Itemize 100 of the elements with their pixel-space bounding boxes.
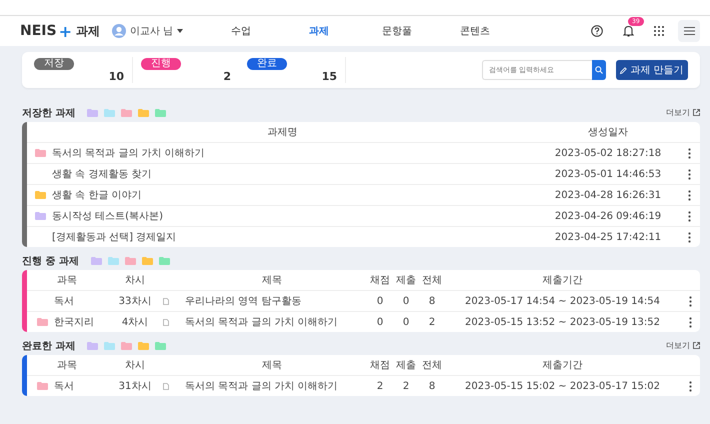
column-header: 전체 — [421, 359, 443, 372]
section-title: 진행 중 과제 — [22, 254, 79, 268]
menu-icon[interactable] — [684, 27, 694, 35]
table-cell-text: 2023-05-01 14:46:53 — [554, 168, 662, 180]
table-cell-text: 0 — [376, 316, 384, 328]
folder-icon[interactable] — [37, 318, 48, 326]
folder-filter-icon[interactable] — [121, 342, 132, 350]
folder-filter-icon[interactable] — [87, 108, 98, 116]
folder-filter-icon[interactable] — [121, 108, 132, 116]
folder-filter-icon[interactable] — [104, 342, 116, 350]
table-cell-text: 0 — [402, 316, 410, 328]
status-count: 15 — [322, 70, 337, 83]
more-options-icon[interactable] — [688, 168, 690, 180]
table-cell-text: 2023-05-17 14:54 ~ 2023-05-19 14:54 — [464, 296, 661, 306]
document-icon — [163, 382, 169, 390]
column-header: 제출 — [395, 359, 417, 372]
document-icon — [163, 318, 169, 326]
external-link-icon[interactable] — [693, 109, 700, 116]
column-header: 제출기간 — [542, 359, 584, 372]
table-cell-text: 2023-04-26 09:46:19 — [554, 210, 662, 222]
table-cell-text: 0 — [376, 296, 384, 306]
nav-tab[interactable]: 수업 — [202, 24, 280, 38]
more-options-icon[interactable] — [688, 148, 690, 158]
folder-filter-icon[interactable] — [90, 256, 102, 264]
folder-filter-icon[interactable] — [104, 108, 116, 116]
task-title: 독서의 목적과 글의 가치 이해하기 — [184, 316, 339, 329]
column-header: 제목 — [261, 359, 283, 372]
table-cell-text: 4차시 — [120, 316, 150, 329]
table-cell-text: 한국지리 — [54, 316, 94, 329]
status-count: 10 — [108, 70, 124, 83]
nav-tab[interactable]: 과제 — [280, 24, 358, 38]
folder-icon[interactable] — [35, 212, 46, 220]
table-cell-text: 2023-04-25 17:42:11 — [554, 232, 662, 242]
folder-filter-icon[interactable] — [155, 108, 166, 116]
table-cell-text: 8 — [428, 380, 436, 392]
folder-filter-icon[interactable] — [124, 256, 136, 264]
folder-filter-icon[interactable] — [158, 256, 170, 264]
nav-tab[interactable]: 문항풀 — [358, 24, 436, 38]
task-title: 생활 속 경제활동 찾기 — [52, 168, 152, 181]
task-title: 동시작성 테스트(복사본) — [52, 210, 163, 223]
folder-filter-icon[interactable] — [108, 256, 119, 264]
table-cell-text: 2023-05-15 13:52 ~ 2023-05-19 13:52 — [464, 316, 661, 328]
table-cell-text: 33차시 — [118, 295, 152, 308]
logo-subtitle: 과제 — [76, 22, 100, 40]
status-pill: 진행 — [141, 58, 181, 70]
table-cell-text: 0 — [402, 296, 410, 306]
more-options-icon[interactable] — [688, 232, 690, 242]
search-icon[interactable] — [595, 66, 603, 74]
more-options-icon[interactable] — [688, 296, 692, 306]
app-grid-icon[interactable] — [654, 26, 664, 36]
task-title: [경제활동과 선택] 경제일지 — [52, 231, 176, 244]
status-pill: 완료 — [247, 58, 287, 70]
section-title: 완료한 과제 — [22, 340, 76, 352]
folder-icon[interactable] — [37, 382, 48, 390]
column-header: 차시 — [124, 274, 146, 287]
document-icon — [163, 298, 169, 304]
folder-filter-icon[interactable] — [142, 256, 153, 264]
column-header: 전체 — [421, 274, 443, 287]
more-options-icon[interactable] — [688, 380, 692, 392]
table-cell-text: 2 — [428, 316, 436, 328]
folder-icon[interactable] — [35, 191, 46, 199]
table-cell-text: 8 — [428, 296, 436, 306]
table-cell-text: 2023-04-28 16:26:31 — [554, 190, 662, 200]
more-options-icon[interactable] — [688, 190, 690, 200]
more-link[interactable]: 더보기 — [666, 340, 700, 351]
more-link[interactable]: 더보기 — [666, 107, 700, 118]
folder-filter-icon[interactable] — [155, 342, 166, 350]
column-header: 채점 — [369, 274, 391, 287]
task-title: 독서의 목적과 글의 가치 이해하기 — [184, 380, 339, 393]
task-title: 독서의 목적과 글의 가치 이해하기 — [52, 147, 205, 160]
search-button[interactable] — [592, 60, 606, 80]
table-cell-text: 독서 — [54, 380, 74, 393]
avatar-icon[interactable] — [112, 24, 126, 38]
notification-icon[interactable] — [623, 25, 634, 37]
pencil-icon — [620, 66, 628, 74]
column-header: 과제명 — [266, 126, 298, 139]
caret-icon[interactable] — [177, 29, 184, 33]
create-assignment-button[interactable]: 과제 만들기 — [616, 60, 688, 80]
folder-filter-icon[interactable] — [138, 108, 150, 116]
menu-button[interactable] — [678, 20, 700, 42]
task-title: 우리나라의 영역 탐구활동 — [184, 295, 302, 308]
more-options-icon[interactable] — [688, 316, 692, 328]
user-name[interactable]: 이교사 님 — [130, 24, 174, 38]
folder-icon[interactable] — [35, 149, 46, 157]
external-link-icon[interactable] — [693, 342, 700, 349]
column-header: 채점 — [369, 359, 391, 372]
table-cell-text: 2023-05-02 18:27:18 — [554, 148, 662, 158]
task-title: 생활 속 한글 이야기 — [52, 189, 142, 202]
folder-filter-icon[interactable] — [87, 342, 98, 350]
status-count: 2 — [223, 70, 231, 83]
status-pill: 저장 — [34, 58, 74, 70]
table-cell-text: 독서 — [54, 295, 74, 308]
logo-text[interactable]: NEIS — [20, 23, 57, 39]
nav-tab[interactable]: 콘텐츠 — [436, 24, 514, 38]
column-header: 제출 — [395, 274, 417, 287]
help-icon[interactable] — [591, 25, 603, 37]
more-options-icon[interactable] — [688, 210, 690, 222]
folder-filter-icon[interactable] — [138, 342, 150, 350]
table-cell-text: 2 — [376, 380, 384, 392]
column-header: 제목 — [261, 274, 283, 287]
